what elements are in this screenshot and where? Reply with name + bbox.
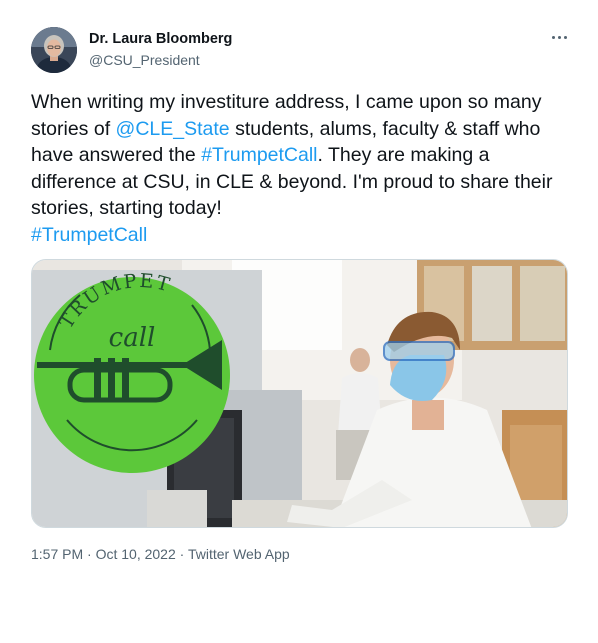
hashtag-link[interactable]: #TrumpetCall <box>31 224 147 246</box>
more-horizontal-icon-dot <box>563 35 567 39</box>
tweet-date[interactable]: Oct 10, 2022 <box>96 546 176 562</box>
tweet-meta: 1:57 PM · Oct 10, 2022 · Twitter Web App <box>31 546 290 562</box>
tweet-source[interactable]: Twitter Web App <box>188 546 290 562</box>
logo-word: call <box>109 323 156 353</box>
meta-separator: · <box>83 546 96 562</box>
more-options-button[interactable] <box>548 28 570 46</box>
tweet-time[interactable]: 1:57 PM <box>31 546 83 562</box>
lab-photo: TRUMPET call <box>32 260 567 527</box>
tweet-media[interactable]: TRUMPET call <box>31 259 568 528</box>
avatar[interactable] <box>31 27 77 73</box>
mention-link[interactable]: @CLE_State <box>116 118 230 140</box>
tweet-card: Dr. Laura Bloomberg @CSU_President When … <box>0 0 598 643</box>
more-horizontal-icon <box>551 35 555 39</box>
more-horizontal-icon-dot <box>557 35 561 39</box>
author-handle[interactable]: @CSU_President <box>89 52 200 68</box>
hashtag-link[interactable]: #TrumpetCall <box>201 144 317 166</box>
author-name[interactable]: Dr. Laura Bloomberg <box>89 31 232 47</box>
meta-separator: · <box>175 546 188 562</box>
avatar-portrait <box>31 27 77 73</box>
tweet-text: When writing my investiture address, I c… <box>31 89 576 248</box>
